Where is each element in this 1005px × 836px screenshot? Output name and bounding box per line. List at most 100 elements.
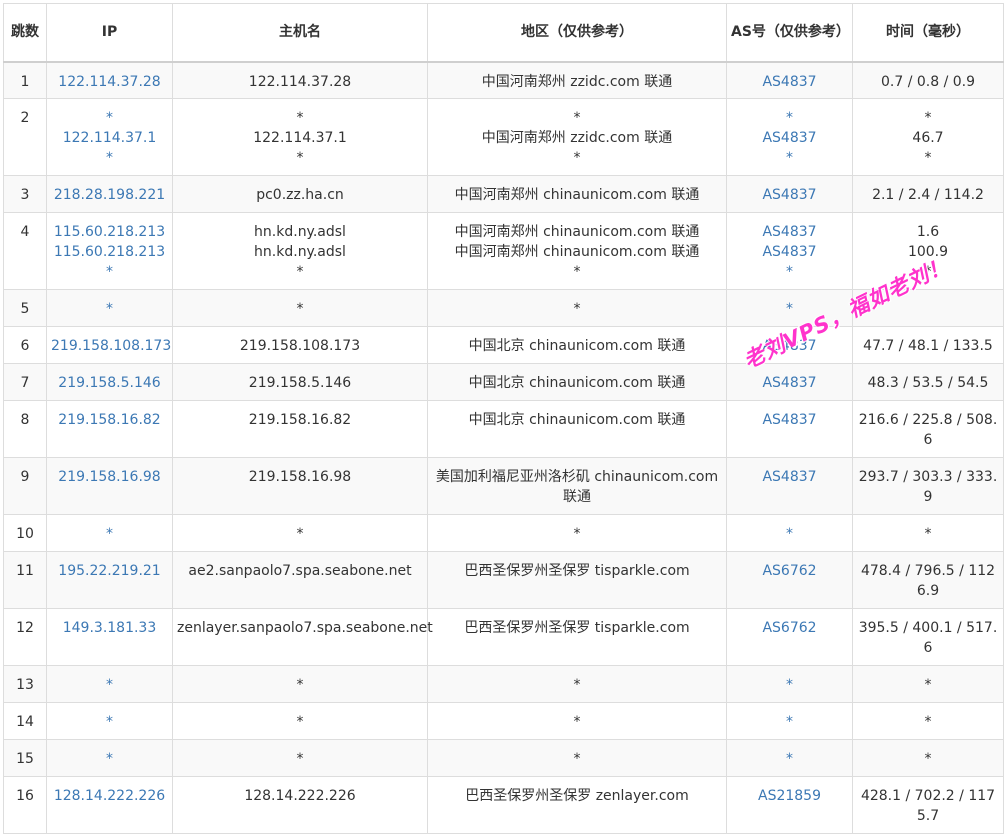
time-value: * [924, 714, 932, 730]
header-time: 时间（毫秒） [852, 3, 1004, 63]
host-value: * [296, 301, 304, 317]
ip-value[interactable]: 219.158.108.173 [51, 336, 171, 356]
as-cell[interactable]: * [726, 739, 853, 777]
as-cell[interactable]: AS6762 [726, 608, 853, 666]
region-cell: * [427, 665, 727, 703]
as-value[interactable]: AS4837 [731, 128, 848, 148]
host-cell: 128.14.222.226 [172, 776, 428, 834]
region-value: * [573, 526, 581, 542]
as-cell[interactable]: * [726, 514, 853, 552]
as-value[interactable]: AS4837 [731, 242, 848, 262]
as-value[interactable]: * [731, 524, 848, 544]
ip-cell[interactable]: 122.114.37.28 [46, 61, 173, 99]
host-cell: 219.158.5.146 [172, 363, 428, 401]
ip-value[interactable]: * [51, 299, 168, 319]
table-row: 5 * * * * [3, 289, 1004, 327]
ip-cell[interactable]: 128.14.222.226 [46, 776, 173, 834]
as-cell[interactable]: AS4837 [726, 326, 853, 364]
ip-value[interactable]: 219.158.16.98 [51, 467, 168, 487]
region-cell: 巴西圣保罗州圣保罗 tisparkle.com [427, 608, 727, 666]
region-cell: * 中国河南郑州 zzidc.com 联通 * [427, 98, 727, 176]
ip-cell[interactable]: 219.158.16.82 [46, 400, 173, 458]
host-value: hn.kd.ny.adsl [254, 244, 346, 260]
ip-value[interactable]: 195.22.219.21 [51, 561, 168, 581]
ip-value[interactable]: * [51, 524, 168, 544]
host-value: zenlayer.sanpaolo7.spa.seabone.net [177, 620, 433, 636]
as-value[interactable]: AS4837 [731, 467, 848, 487]
as-value[interactable]: AS4837 [731, 410, 848, 430]
as-value[interactable]: AS4837 [731, 72, 848, 92]
as-cell[interactable]: * [726, 702, 853, 740]
ip-cell[interactable]: * 122.114.37.1 * [46, 98, 173, 176]
ip-cell[interactable]: 219.158.16.98 [46, 457, 173, 515]
as-cell[interactable]: AS4837 [726, 175, 853, 213]
as-value[interactable]: * [731, 148, 848, 168]
ip-value[interactable]: 122.114.37.1 [51, 128, 168, 148]
ip-cell[interactable]: 218.28.198.221 [46, 175, 173, 213]
hop-cell: 16 [3, 776, 47, 834]
time-cell: 428.1 / 702.2 / 1175.7 [852, 776, 1004, 834]
time-cell: 1.6 100.9 * [852, 212, 1004, 290]
region-value: 中国北京 chinaunicom.com 联通 [468, 338, 686, 354]
as-cell[interactable]: * [726, 665, 853, 703]
host-cell: * [172, 665, 428, 703]
ip-value[interactable]: * [51, 749, 168, 769]
as-cell[interactable]: * AS4837 * [726, 98, 853, 176]
table-row: 4 115.60.218.213 115.60.218.213 * hn.kd.ny.a… [3, 212, 1004, 290]
header-hop: 跳数 [3, 3, 47, 63]
as-value[interactable]: AS4837 [731, 373, 848, 393]
as-cell[interactable]: AS4837 [726, 61, 853, 99]
ip-cell[interactable]: 195.22.219.21 [46, 551, 173, 609]
ip-cell[interactable]: * [46, 665, 173, 703]
ip-value[interactable]: 115.60.218.213 [51, 222, 168, 242]
as-value[interactable]: * [731, 712, 848, 732]
ip-value[interactable]: * [51, 712, 168, 732]
time-cell: * [852, 514, 1004, 552]
ip-cell[interactable]: * [46, 702, 173, 740]
ip-value[interactable]: 128.14.222.226 [51, 786, 168, 806]
as-value[interactable]: AS6762 [731, 561, 848, 581]
ip-cell[interactable]: * [46, 289, 173, 327]
ip-value[interactable]: * [51, 108, 168, 128]
time-cell: 216.6 / 225.8 / 508.6 [852, 400, 1004, 458]
as-cell[interactable]: AS4837 [726, 457, 853, 515]
ip-value[interactable]: 149.3.181.33 [51, 618, 168, 638]
host-value: * [296, 110, 304, 126]
as-cell[interactable]: AS4837 AS4837 * [726, 212, 853, 290]
as-value[interactable]: * [731, 675, 848, 695]
as-cell[interactable]: * [726, 289, 853, 327]
ip-cell[interactable]: * [46, 514, 173, 552]
hop-cell: 12 [3, 608, 47, 666]
ip-cell[interactable]: 149.3.181.33 [46, 608, 173, 666]
as-value[interactable]: * [731, 108, 848, 128]
ip-value[interactable]: 219.158.5.146 [51, 373, 168, 393]
ip-value[interactable]: 218.28.198.221 [51, 185, 168, 205]
as-cell[interactable]: AS4837 [726, 400, 853, 458]
hop-cell: 2 [3, 98, 47, 176]
as-value[interactable]: * [731, 299, 848, 319]
host-cell: 219.158.16.82 [172, 400, 428, 458]
as-value[interactable]: AS4837 [731, 336, 848, 356]
as-value[interactable]: * [731, 749, 848, 769]
time-value: * [924, 677, 932, 693]
as-cell[interactable]: AS21859 [726, 776, 853, 834]
ip-cell[interactable]: 219.158.5.146 [46, 363, 173, 401]
as-cell[interactable]: AS4837 [726, 363, 853, 401]
ip-cell[interactable]: 115.60.218.213 115.60.218.213 * [46, 212, 173, 290]
ip-value[interactable]: 122.114.37.28 [51, 72, 168, 92]
as-value[interactable]: AS6762 [731, 618, 848, 638]
ip-value[interactable]: 219.158.16.82 [51, 410, 168, 430]
as-value[interactable]: AS4837 [731, 185, 848, 205]
ip-cell[interactable]: 219.158.108.173 [46, 326, 173, 364]
ip-value[interactable]: * [51, 675, 168, 695]
hop-cell: 13 [3, 665, 47, 703]
as-value[interactable]: AS4837 [731, 222, 848, 242]
ip-value[interactable]: * [51, 262, 168, 282]
as-cell[interactable]: AS6762 [726, 551, 853, 609]
as-value[interactable]: AS21859 [731, 786, 848, 806]
time-value: 1.6 [916, 224, 940, 240]
as-value[interactable]: * [731, 262, 848, 282]
ip-value[interactable]: 115.60.218.213 [51, 242, 168, 262]
ip-value[interactable]: * [51, 148, 168, 168]
ip-cell[interactable]: * [46, 739, 173, 777]
